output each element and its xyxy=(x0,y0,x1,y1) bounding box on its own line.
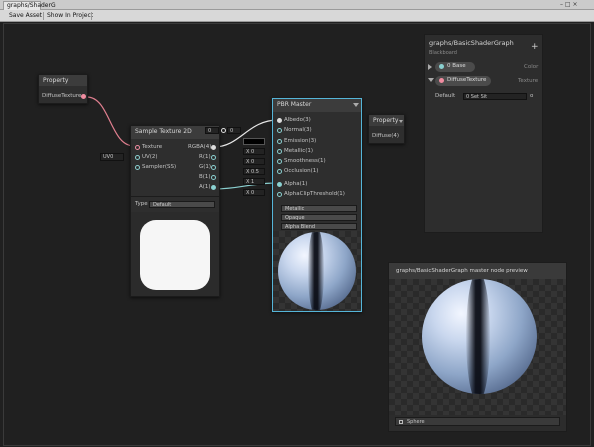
pbr-preview xyxy=(273,231,361,311)
texture-preview-image xyxy=(140,220,210,290)
output-b-label: B(1) xyxy=(199,174,211,180)
pbr-master-title: PBR Master xyxy=(273,99,361,112)
normal-label: Normal(3) xyxy=(284,127,312,133)
uv-input-field[interactable]: UV0 xyxy=(100,153,124,161)
output-r-port[interactable] xyxy=(211,155,216,160)
mesh-icon xyxy=(399,420,403,424)
workflow-dropdown[interactable]: Metallic xyxy=(281,205,357,212)
occlusion-field[interactable]: X 0.5 xyxy=(243,168,265,175)
metallic-field[interactable]: X 0 xyxy=(243,148,265,155)
surface-dropdown[interactable]: Opaque xyxy=(281,214,357,221)
smoothness-field[interactable]: X 0 xyxy=(243,158,265,165)
master-preview-panel[interactable]: graphs/BasicShaderGraph master node prev… xyxy=(388,262,567,432)
input-uv-port[interactable] xyxy=(135,155,140,160)
blackboard-property-pill[interactable]: 0 Base xyxy=(435,62,475,72)
blend-dropdown[interactable]: Alpha Blend xyxy=(281,223,357,230)
type-dropdown[interactable]: Default xyxy=(149,201,215,208)
input-texture-port[interactable] xyxy=(135,145,140,150)
mesh-label: Sphere xyxy=(407,419,425,425)
mesh-selector[interactable]: Sphere xyxy=(395,417,560,426)
property-node-title: Property xyxy=(39,75,87,86)
pbr-master-node[interactable]: PBR Master Albedo(3) Normal(3) Emission(… xyxy=(272,98,362,312)
normal-port[interactable] xyxy=(277,128,282,133)
chevron-down-icon[interactable] xyxy=(399,120,403,123)
edge-texture xyxy=(86,96,135,147)
emission-color-field[interactable] xyxy=(243,138,265,145)
type-label: Type xyxy=(135,201,148,207)
input-sampler-port[interactable] xyxy=(135,165,140,170)
output-a-port[interactable] xyxy=(211,185,216,190)
metallic-port[interactable] xyxy=(277,149,282,154)
property-output-label: DiffuseTexture xyxy=(42,93,82,99)
property-2-output-label: Diffuse(4) xyxy=(372,133,400,139)
blackboard-property-pill[interactable]: DiffuseTexture xyxy=(435,76,491,86)
alpha-label: Alpha(1) xyxy=(284,181,308,187)
property-name: 0 Base xyxy=(447,63,466,69)
property-node[interactable]: Property DiffuseTexture xyxy=(38,74,88,104)
alpha-clip-port[interactable] xyxy=(277,192,282,197)
emission-port[interactable] xyxy=(277,139,282,144)
property-node-2[interactable]: Property Diffuse(4) xyxy=(368,114,405,144)
property-type: Color xyxy=(524,64,539,70)
output-rgba-port[interactable] xyxy=(211,145,216,150)
blackboard-panel[interactable]: graphs/BasicShaderGraph Blackboard + 0 B… xyxy=(424,34,543,233)
alpha-port[interactable] xyxy=(277,182,282,187)
input-texture-label: Texture xyxy=(142,144,163,150)
alpha-clip-label: AlphaClipThreshold(1) xyxy=(284,191,345,197)
master-preview-title: graphs/BasicShaderGraph master node prev… xyxy=(389,263,566,279)
property-type: Texture xyxy=(518,78,539,84)
output-r-label: R(1) xyxy=(199,154,211,160)
uv-value-field[interactable]: 0 xyxy=(227,127,241,134)
texture-port-icon xyxy=(439,78,444,83)
texture-preview xyxy=(131,212,219,296)
add-property-button[interactable]: + xyxy=(531,42,539,52)
chevron-right-icon[interactable] xyxy=(428,64,432,70)
master-preview-sphere xyxy=(422,279,537,394)
output-g-label: G(1) xyxy=(199,164,212,170)
default-label: Default xyxy=(435,93,456,99)
default-texture-field[interactable]: 0 Set Sit xyxy=(463,93,527,100)
vector-port-icon xyxy=(439,64,444,69)
chevron-down-icon[interactable] xyxy=(353,103,359,107)
output-a-label: A(1) xyxy=(199,184,211,190)
chevron-down-icon[interactable] xyxy=(428,78,434,82)
alpha-field[interactable]: X 1 xyxy=(243,178,265,185)
blackboard-subtitle: Blackboard xyxy=(429,50,457,56)
smoothness-label: Smoothness(1) xyxy=(284,158,326,164)
object-picker-icon[interactable]: o xyxy=(530,92,533,100)
node-divider xyxy=(131,196,219,197)
occlusion-label: Occlusion(1) xyxy=(284,168,319,174)
master-preview-viewport[interactable] xyxy=(389,279,566,415)
input-uv-label: UV(2) xyxy=(142,154,158,160)
occlusion-port[interactable] xyxy=(277,169,282,174)
output-b-port[interactable] xyxy=(211,175,216,180)
property-output-port[interactable] xyxy=(81,94,86,99)
alpha-clip-field[interactable]: X 0 xyxy=(243,189,265,196)
output-rgba-label: RGBA(4) xyxy=(188,144,212,150)
input-sampler-label: Sampler(SS) xyxy=(142,164,177,170)
sample-texture-node[interactable]: Sample Texture 2D Texture UV(2) Sampler(… xyxy=(130,125,220,297)
albedo-port[interactable] xyxy=(277,118,282,123)
pbr-preview-sphere xyxy=(278,232,356,310)
blackboard-title: graphs/BasicShaderGraph xyxy=(429,39,514,47)
lod-value-field[interactable]: 0 xyxy=(205,127,219,134)
lod-port[interactable] xyxy=(221,128,226,133)
emission-label: Emission(3) xyxy=(284,138,317,144)
output-g-port[interactable] xyxy=(211,165,216,170)
albedo-label: Albedo(3) xyxy=(284,117,311,123)
property-name: DiffuseTexture xyxy=(447,77,487,83)
smoothness-port[interactable] xyxy=(277,159,282,164)
metallic-label: Metallic(1) xyxy=(284,148,314,154)
